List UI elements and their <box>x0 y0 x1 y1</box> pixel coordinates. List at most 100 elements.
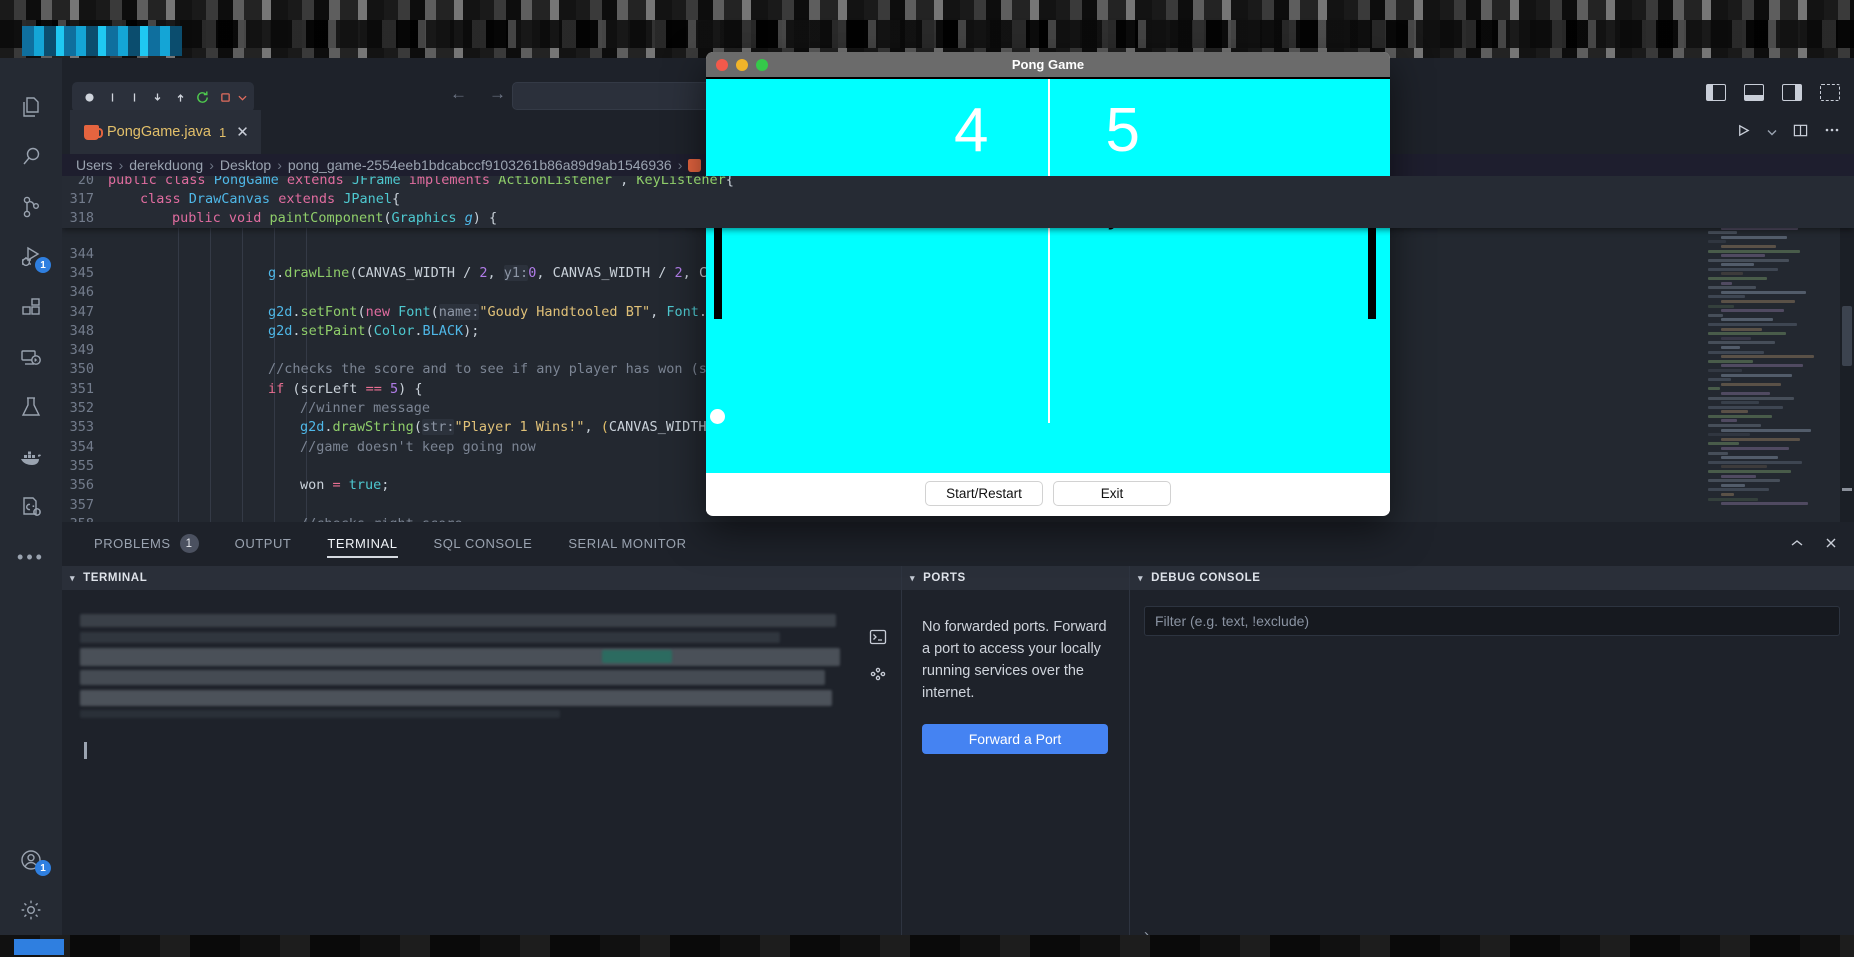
code-text: if (scrLeft == 5) { <box>268 380 423 397</box>
continue-icon[interactable] <box>101 85 124 109</box>
code-text: //checks the score and to see if any pla… <box>268 361 781 378</box>
breadcrumb-separator: › <box>677 157 683 173</box>
navigation-arrows: ← → <box>450 84 506 104</box>
breadcrumb-separator: › <box>209 157 214 173</box>
debug-console-header[interactable]: ▾ DEBUG CONSOLE <box>1130 566 1854 590</box>
minimap-line <box>1721 364 1803 368</box>
minimap-line <box>1721 318 1773 322</box>
ports-header-label: PORTS <box>923 572 966 584</box>
minimap-line <box>1708 277 1767 281</box>
debug-console-section: ▾ DEBUG CONSOLE Filter (e.g. text, !excl… <box>1130 566 1854 957</box>
panel-bottom-icon[interactable] <box>1744 84 1764 101</box>
tab-dirty-count: 1 <box>218 124 227 140</box>
minimap-line <box>1708 378 1731 382</box>
close-icon[interactable] <box>1824 536 1838 553</box>
minimap-line <box>1708 442 1739 446</box>
panel-tab-serial-monitor[interactable]: SERIAL MONITOR <box>550 522 704 566</box>
minimap-line <box>1708 405 1783 409</box>
more-actions-icon[interactable] <box>1824 122 1840 143</box>
chevron-down-icon[interactable]: ▾ <box>910 573 915 584</box>
minimap-line <box>1708 451 1728 455</box>
minimap-line <box>1708 387 1720 391</box>
sidebar-item-cpp-config[interactable] <box>0 482 62 532</box>
pong-canvas[interactable]: 4 5 Player 2 Wins! <box>706 77 1390 473</box>
step-out-icon[interactable] <box>169 85 192 109</box>
panel-tab-label: OUTPUT <box>234 536 292 551</box>
exit-button[interactable]: Exit <box>1053 481 1171 506</box>
split-editor-icon[interactable] <box>1793 123 1808 143</box>
nav-forward-icon[interactable]: → <box>489 84 506 104</box>
sidebar-item-source-control[interactable] <box>0 182 62 232</box>
run-icon[interactable] <box>78 85 101 109</box>
panel-right-icon[interactable] <box>1782 84 1802 101</box>
breadcrumb-part-0[interactable]: Users <box>76 157 113 173</box>
panel-tab-terminal[interactable]: TERMINAL <box>309 522 415 566</box>
files-icon <box>19 95 43 119</box>
terminal-output[interactable] <box>62 590 901 957</box>
minimap-line <box>1721 428 1811 432</box>
pong-game-window[interactable]: Pong Game 4 5 Player 2 Wins! Start/Resta… <box>706 52 1390 516</box>
ports-header[interactable]: ▾ PORTS <box>902 566 1129 590</box>
sidebar-item-accounts[interactable]: 1 <box>0 835 62 885</box>
layout-grid-icon[interactable] <box>1820 84 1840 101</box>
breadcrumb-part-3[interactable]: pong_game-2554eeb1bdcabccf9103261b86a89d… <box>288 157 672 173</box>
scrollbar-thumb[interactable] <box>1842 306 1852 366</box>
sidebar-item-remote-explorer[interactable] <box>0 332 62 382</box>
tab-ponggame-java[interactable]: PongGame.java 1 ✕ <box>70 110 261 154</box>
line-number: 353 <box>69 419 94 436</box>
step-into-icon[interactable] <box>146 85 169 109</box>
panel-tab-output[interactable]: OUTPUT <box>217 522 310 566</box>
line-number: 348 <box>69 322 94 339</box>
sidebar-item-settings[interactable] <box>0 885 62 935</box>
status-bar[interactable] <box>0 935 1854 957</box>
sidebar-item-run-and-debug[interactable]: 1 <box>0 232 62 282</box>
terminal-cursor <box>84 742 87 759</box>
paddle-right <box>1368 227 1376 319</box>
panel-tab-sql-console[interactable]: SQL CONSOLE <box>416 522 551 566</box>
terminal-header[interactable]: ▾ TERMINAL <box>62 566 901 590</box>
terminal-section: ▾ TERMINAL <box>62 566 902 957</box>
debug-filter-input[interactable]: Filter (e.g. text, !exclude) <box>1144 606 1840 636</box>
line-number: 352 <box>69 400 94 417</box>
breadcrumb-part-1[interactable]: derekduong <box>129 157 203 173</box>
status-bar-remote-indicator[interactable] <box>14 939 64 955</box>
stop-icon[interactable] <box>214 85 237 109</box>
run-icon[interactable] <box>1736 123 1751 143</box>
desktop-glitch-strip-2 <box>0 20 1854 48</box>
chevron-down-icon[interactable] <box>237 85 248 109</box>
sidebar-item-extensions[interactable] <box>0 282 62 332</box>
chevron-down-icon[interactable] <box>1767 125 1777 140</box>
new-terminal-icon[interactable] <box>869 628 887 651</box>
ports-message: No forwarded ports. Forward a port to ac… <box>922 619 1107 701</box>
minimap-line <box>1708 231 1737 235</box>
line-number: 344 <box>69 245 94 262</box>
sidebar-item-more[interactable]: ••• <box>0 532 62 582</box>
line-number: 345 <box>69 264 94 281</box>
debug-toolbar <box>72 82 254 112</box>
chevron-down-icon[interactable]: ▾ <box>70 573 75 584</box>
start-restart-button[interactable]: Start/Restart <box>925 481 1043 506</box>
split-terminal-icon[interactable] <box>869 665 887 688</box>
sidebar-item-explorer[interactable] <box>0 82 62 132</box>
breadcrumb-part-2[interactable]: Desktop <box>220 157 271 173</box>
source-control-icon <box>19 195 43 219</box>
restart-icon[interactable] <box>191 85 214 109</box>
sidebar-item-docker[interactable] <box>0 432 62 482</box>
sidebar-item-testing[interactable] <box>0 382 62 432</box>
search-icon <box>19 145 43 169</box>
pong-window-title: Pong Game <box>1011 57 1085 72</box>
editor-scrollbar[interactable] <box>1840 176 1854 522</box>
pong-titlebar[interactable]: Pong Game <box>706 52 1390 77</box>
sidebar-item-search[interactable] <box>0 132 62 182</box>
forward-a-port-button[interactable]: Forward a Port <box>922 724 1108 754</box>
code-text: class DrawCanvas extends JPanel{ <box>140 190 401 207</box>
panel-tab-problems[interactable]: PROBLEMS 1 <box>76 522 217 566</box>
step-over-icon[interactable] <box>123 85 146 109</box>
minimap-line <box>1708 332 1786 336</box>
nav-back-icon[interactable]: ← <box>450 84 467 104</box>
panel-left-icon[interactable] <box>1706 84 1726 101</box>
chevron-down-icon[interactable]: ▾ <box>1138 573 1143 584</box>
chevron-up-icon[interactable] <box>1790 536 1804 553</box>
close-icon[interactable]: ✕ <box>236 123 249 141</box>
editor-minimap[interactable] <box>1708 176 1826 522</box>
